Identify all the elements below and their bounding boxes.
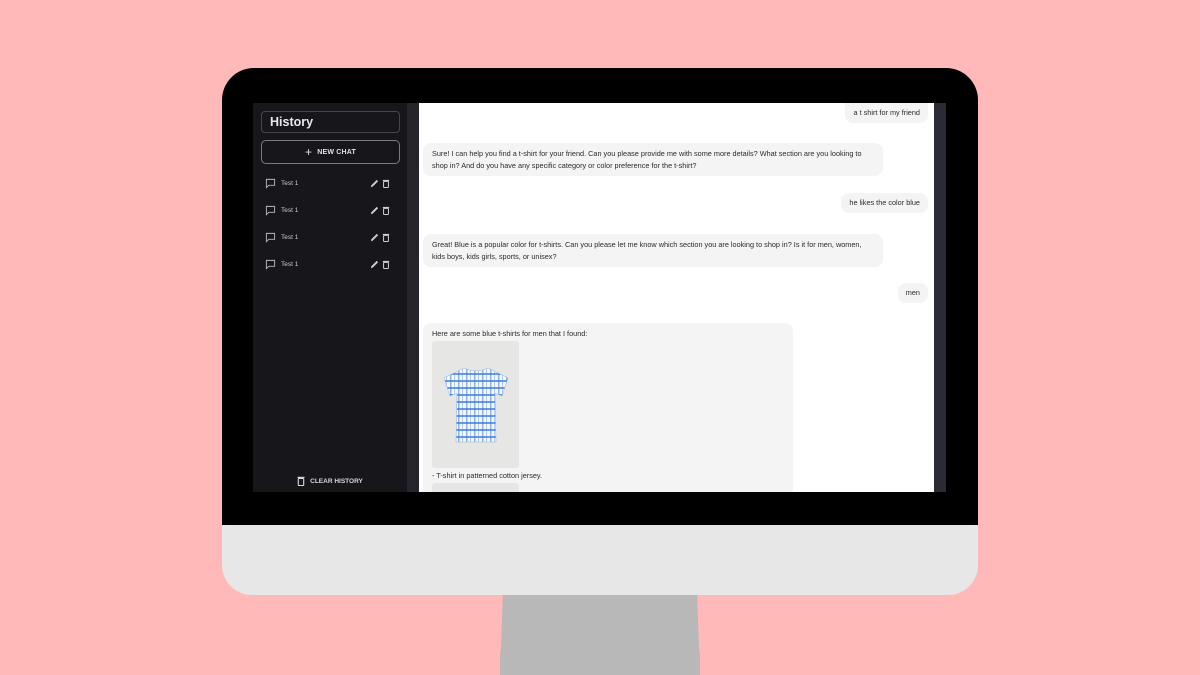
edit-icon[interactable] — [370, 206, 379, 215]
trash-icon[interactable] — [382, 179, 390, 188]
history-list: Test 1 Test 1 Test 1 Test 1 — [261, 170, 400, 278]
history-item-label: Test 1 — [281, 207, 299, 214]
message-text: a t shirt for my friend — [853, 108, 920, 117]
product-description: - T-shirt in patterned cotton jersey. — [432, 470, 543, 480]
new-chat-label: NEW CHAT — [317, 148, 357, 156]
message-text: he likes the color blue — [849, 198, 920, 207]
trash-icon — [297, 476, 305, 486]
chat-bubble-icon — [265, 259, 276, 270]
user-message: men — [897, 283, 928, 303]
monitor-stand — [500, 592, 700, 675]
product-image[interactable] — [432, 483, 519, 492]
monitor-chin — [222, 525, 978, 595]
chat-bubble-icon — [265, 178, 276, 189]
assistant-message: Sure! I can help you find a t-shirt for … — [423, 143, 883, 176]
trash-icon[interactable] — [382, 233, 390, 242]
history-item[interactable]: Test 1 — [261, 197, 400, 224]
message-text: Here are some blue t-shirts for men that… — [432, 329, 588, 338]
history-title: History — [261, 111, 400, 133]
edit-icon[interactable] — [370, 233, 379, 242]
user-message: a t shirt for my friend — [845, 103, 928, 123]
edit-icon[interactable] — [370, 179, 379, 188]
trash-icon[interactable] — [382, 260, 390, 269]
clear-history-label: CLEAR HISTORY — [310, 477, 363, 485]
edit-icon[interactable] — [370, 260, 379, 269]
assistant-message: Great! Blue is a popular color for t-shi… — [423, 234, 883, 267]
history-item-label: Test 1 — [281, 180, 299, 187]
history-sidebar: History + NEW CHAT Test 1 Test 1 Test 1 … — [253, 103, 407, 492]
history-item-label: Test 1 — [281, 261, 299, 268]
new-chat-button[interactable]: + NEW CHAT — [261, 140, 400, 164]
sidebar-divider — [407, 103, 419, 492]
chat-bubble-icon — [265, 232, 276, 243]
message-text: Great! Blue is a popular color for t-shi… — [432, 240, 862, 261]
assistant-message: Here are some blue t-shirts for men that… — [423, 323, 793, 492]
chat-area: a t shirt for my friend Sure! I can help… — [419, 103, 934, 492]
trash-icon[interactable] — [382, 206, 390, 215]
tshirt-image — [443, 367, 508, 443]
user-message: he likes the color blue — [841, 193, 928, 213]
history-item[interactable]: Test 1 — [261, 251, 400, 278]
chat-bubble-icon — [265, 205, 276, 216]
message-text: men — [905, 288, 920, 297]
clear-history-button[interactable]: CLEAR HISTORY — [253, 476, 407, 486]
app-screen: History + NEW CHAT Test 1 Test 1 Test 1 … — [253, 103, 946, 492]
history-item[interactable]: Test 1 — [261, 224, 400, 251]
plus-icon: + — [304, 145, 313, 159]
history-item-label: Test 1 — [281, 234, 299, 241]
product-image[interactable] — [432, 340, 519, 468]
message-text: Sure! I can help you find a t-shirt for … — [432, 149, 862, 170]
scrollbar[interactable] — [934, 103, 946, 492]
history-item[interactable]: Test 1 — [261, 170, 400, 197]
